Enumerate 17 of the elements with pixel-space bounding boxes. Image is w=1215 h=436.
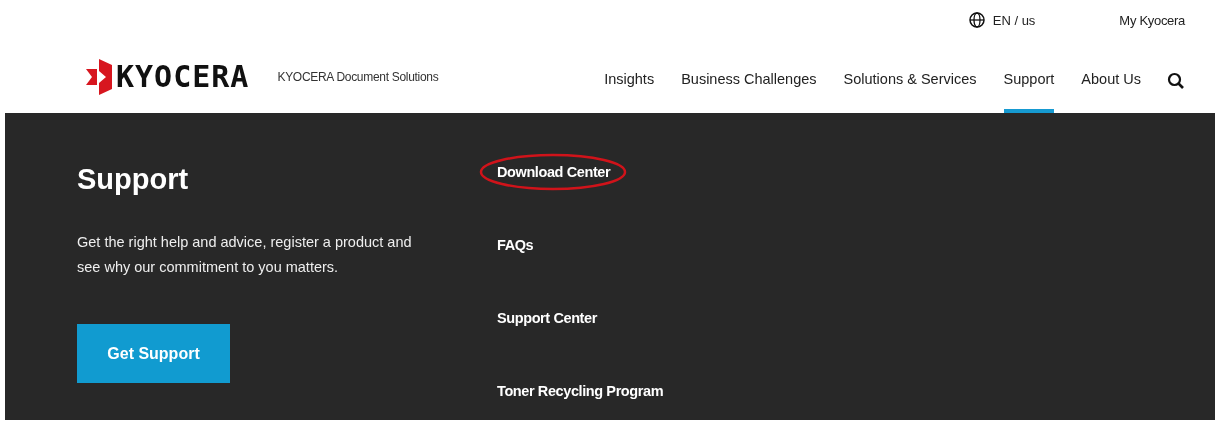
logo-mark-icon (86, 58, 112, 95)
menu-link[interactable]: Toner Recycling Program (497, 379, 664, 403)
nav-link[interactable]: Insights (604, 40, 655, 113)
menu-description: Get the right help and advice, register a product and see why our commitment to you matters. (77, 233, 413, 277)
language-link[interactable]: EN / us (992, 12, 1036, 28)
menu-link[interactable]: FAQs (497, 233, 664, 257)
menu-title: Support (77, 163, 190, 196)
search-icon[interactable] (1167, 71, 1185, 90)
menu-link[interactable]: Support Center (497, 306, 664, 330)
account-link[interactable]: My Kyocera (1119, 12, 1185, 28)
globe-icon[interactable] (968, 12, 985, 28)
nav-link[interactable]: About Us (1081, 40, 1141, 113)
logo-wordmark[interactable]: KYOCERA (116, 59, 250, 94)
nav-link[interactable]: Business Challenges (681, 40, 817, 113)
menu-link[interactable]: Download Center (497, 160, 664, 184)
nav-link[interactable]: Solutions & Services (843, 40, 977, 113)
tagline: KYOCERA Document Solutions (277, 69, 439, 84)
